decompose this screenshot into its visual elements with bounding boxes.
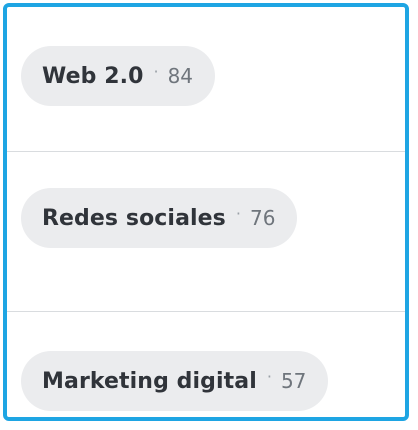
list-item: Web 2.0 · 84 (7, 7, 405, 151)
tag-count: 76 (249, 206, 276, 230)
tag-chip-redes-sociales[interactable]: Redes sociales · 76 (21, 188, 298, 248)
tag-list-panel: Web 2.0 · 84 Redes sociales · 76 Marketi… (3, 3, 409, 421)
dot-separator: · (153, 61, 159, 81)
tag-label: Redes sociales (42, 205, 226, 231)
list-item: Marketing digital · 57 (7, 311, 405, 417)
dot-separator: · (266, 366, 272, 386)
tag-chip-marketing-digital[interactable]: Marketing digital · 57 (21, 351, 329, 411)
list-item: Redes sociales · 76 (7, 151, 405, 311)
dot-separator: · (235, 203, 241, 223)
tag-chip-web-2-0[interactable]: Web 2.0 · 84 (21, 46, 216, 106)
tag-count: 57 (280, 369, 307, 393)
tag-label: Web 2.0 (42, 63, 144, 89)
tag-label: Marketing digital (42, 368, 257, 394)
tag-count: 84 (167, 64, 194, 88)
